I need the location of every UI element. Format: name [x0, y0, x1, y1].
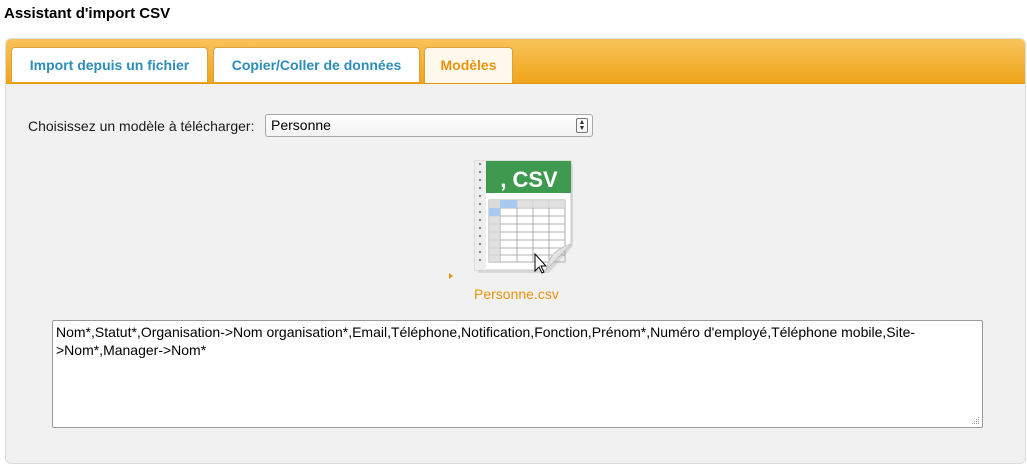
tab-models[interactable]: Modèles — [424, 47, 513, 83]
csv-file-icon[interactable]: , CSV — [473, 160, 573, 275]
csv-headers-text: Nom*,Statut*,Organisation->Nom organisat… — [56, 324, 916, 358]
template-select[interactable]: Personne ▲ ▼ — [265, 114, 593, 137]
download-file-link[interactable]: Personne.csv — [474, 286, 559, 302]
template-select-value: Personne — [271, 117, 331, 133]
csv-headers-textarea[interactable]: Nom*,Statut*,Organisation->Nom organisat… — [52, 320, 983, 428]
tab-import-file[interactable]: Import depuis un fichier — [11, 47, 208, 82]
resize-grip-icon[interactable] — [970, 415, 980, 425]
page-title: Assistant d'import CSV — [4, 5, 171, 22]
link-bullet-icon — [449, 273, 453, 279]
template-chooser-label: Choisissez un modèle à télécharger: — [28, 118, 255, 134]
tab-copy-paste[interactable]: Copier/Coller de données — [213, 47, 420, 82]
csv-icon-label: , CSV — [500, 167, 558, 192]
import-wizard-panel: Import depuis un fichier Copier/Coller d… — [5, 38, 1026, 464]
select-arrows-icon: ▲ ▼ — [576, 118, 588, 133]
tab-bar: Import depuis un fichier Copier/Coller d… — [6, 39, 1025, 84]
